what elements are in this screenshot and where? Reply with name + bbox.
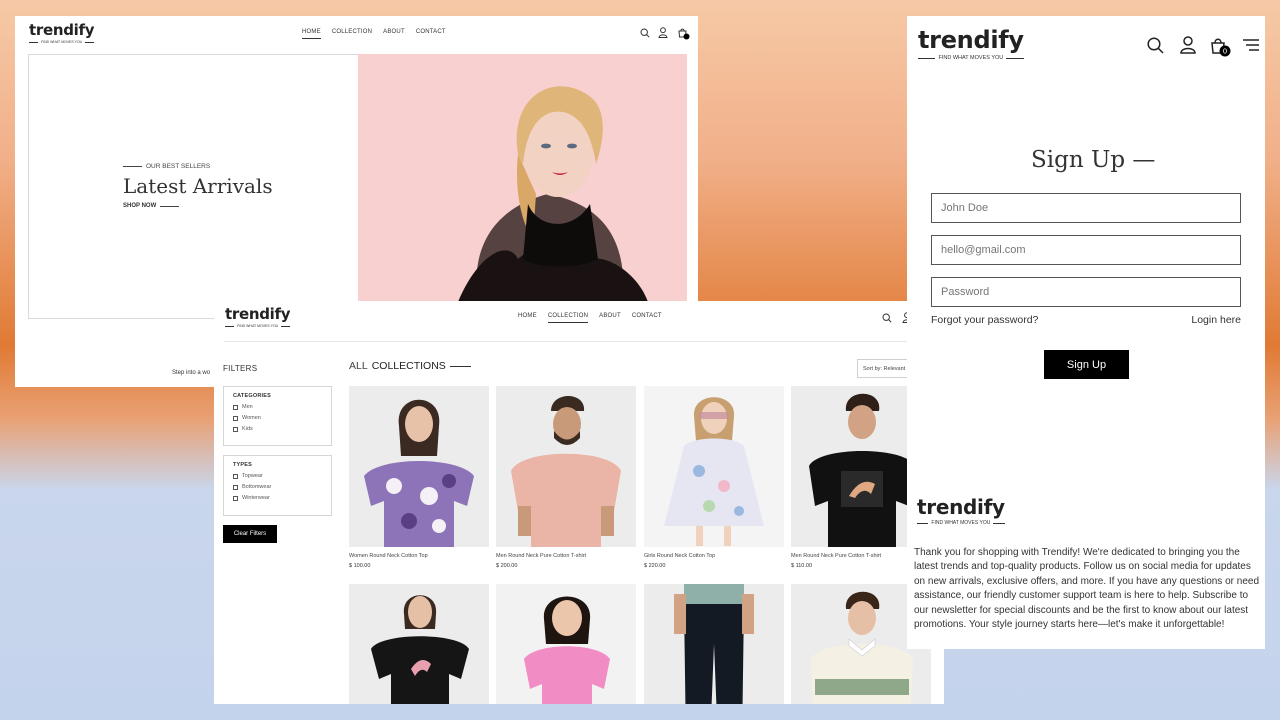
brand-logo[interactable]: trendify FIND WHAT MOVES YOU bbox=[29, 21, 95, 45]
types-heading: TYPES bbox=[233, 462, 253, 468]
collection-page-panel: trendify FIND WHAT MOVES YOU HOME COLLEC… bbox=[214, 301, 944, 704]
option-label: Bottomwear bbox=[242, 484, 272, 490]
checkbox[interactable] bbox=[233, 415, 238, 421]
product-card[interactable]: Women Round Neck Cotton Top $ 100.00 bbox=[349, 386, 489, 569]
footer-brand-logo[interactable]: trendify FIND WHAT MOVES YOU bbox=[917, 497, 1005, 526]
product-card[interactable]: Girls Round Neck Cotton Top $ 220.00 bbox=[644, 386, 784, 569]
brand-wordmark: trendify bbox=[225, 305, 291, 323]
email-input[interactable] bbox=[941, 244, 1231, 256]
main-nav: HOME COLLECTION ABOUT CONTACT bbox=[518, 313, 662, 323]
cart-count: 0 bbox=[1223, 48, 1227, 56]
user-icon[interactable] bbox=[658, 27, 668, 38]
checkbox[interactable] bbox=[233, 473, 238, 479]
product-card[interactable]: Men Round Neck Pure Cotton T-shirt $ 200… bbox=[496, 386, 636, 569]
heading-prefix: ALL bbox=[349, 360, 368, 372]
brand-logo[interactable]: trendify FIND WHAT MOVES YOU bbox=[225, 305, 291, 329]
brand-tagline: FIND WHAT MOVES YOU bbox=[938, 55, 1004, 61]
name-field[interactable] bbox=[931, 193, 1241, 223]
product-card[interactable] bbox=[644, 584, 784, 704]
clear-filters-button[interactable]: Clear Filters bbox=[223, 525, 277, 543]
product-image[interactable] bbox=[496, 584, 636, 704]
product-price: $ 220.00 bbox=[644, 563, 666, 569]
search-icon[interactable] bbox=[882, 313, 892, 323]
product-card[interactable] bbox=[349, 584, 489, 704]
brand-tagline: FIND WHAT MOVES YOU bbox=[931, 520, 991, 526]
product-name[interactable]: Women Round Neck Cotton Top bbox=[349, 553, 489, 559]
forgot-password-link[interactable]: Forgot your password? bbox=[931, 314, 1038, 326]
email-field[interactable] bbox=[931, 235, 1241, 265]
option-label: Men bbox=[242, 404, 253, 410]
nav-home[interactable]: HOME bbox=[518, 313, 537, 323]
login-link[interactable]: Login here bbox=[1191, 314, 1241, 326]
checkbox[interactable] bbox=[233, 484, 238, 490]
brand-wordmark: trendify bbox=[29, 21, 95, 39]
brand-wordmark: trendify bbox=[917, 495, 1005, 519]
cart-icon[interactable] bbox=[677, 27, 690, 40]
product-image[interactable] bbox=[644, 386, 784, 547]
user-icon[interactable] bbox=[1180, 36, 1196, 54]
sign-up-button[interactable]: Sign Up bbox=[1044, 350, 1129, 379]
nav-contact[interactable]: CONTACT bbox=[416, 29, 446, 39]
checkbox[interactable] bbox=[233, 404, 238, 410]
product-price: $ 200.00 bbox=[496, 563, 518, 569]
name-input[interactable] bbox=[941, 202, 1231, 214]
shop-now-link[interactable]: SHOP NOW bbox=[123, 203, 179, 209]
brand-wordmark: trendify bbox=[918, 26, 1024, 54]
product-card[interactable] bbox=[496, 584, 636, 704]
hero-eyebrow: OUR BEST SELLERS bbox=[123, 163, 210, 170]
filter-option-bottomwear[interactable]: Bottomwear bbox=[233, 484, 322, 490]
product-image[interactable] bbox=[349, 584, 489, 704]
nav-home[interactable]: HOME bbox=[302, 29, 321, 39]
search-icon[interactable] bbox=[1147, 37, 1164, 54]
filter-option-kids[interactable]: Kids bbox=[233, 426, 322, 432]
types-filter: TYPES Topwear Bottomwear Winterwear bbox=[223, 455, 332, 516]
option-label: Women bbox=[242, 415, 261, 421]
footer-about-text: Thank you for shopping with Trendify! We… bbox=[914, 547, 1260, 631]
collection-heading: ALL COLLECTIONS bbox=[349, 360, 471, 372]
password-input[interactable] bbox=[941, 286, 1231, 298]
brand-logo[interactable]: trendify FIND WHAT MOVES YOU bbox=[918, 28, 1024, 61]
hero-title: Latest Arrivals bbox=[123, 174, 273, 198]
brand-tagline: FIND WHAT MOVES YOU bbox=[40, 40, 83, 44]
heading-main: COLLECTIONS bbox=[371, 360, 446, 372]
header-divider bbox=[224, 341, 944, 342]
filter-option-topwear[interactable]: Topwear bbox=[233, 473, 322, 479]
product-price: $ 100.00 bbox=[349, 563, 371, 569]
product-name[interactable]: Men Round Neck Pure Cotton T-shirt bbox=[496, 553, 636, 559]
product-image[interactable] bbox=[496, 386, 636, 547]
option-label: Winterwear bbox=[242, 495, 270, 501]
signup-title: Sign Up — bbox=[1031, 147, 1156, 173]
password-field[interactable] bbox=[931, 277, 1241, 307]
signup-page-panel: trendify FIND WHAT MOVES YOU 0 Sign Up —… bbox=[907, 16, 1265, 649]
checkbox[interactable] bbox=[233, 426, 238, 432]
product-name[interactable]: Girls Round Neck Cotton Top bbox=[644, 553, 784, 559]
option-label: Kids bbox=[242, 426, 253, 432]
categories-filter: CATEGORIES Men Women Kids bbox=[223, 386, 332, 446]
nav-about[interactable]: ABOUT bbox=[599, 313, 621, 323]
cart-icon[interactable]: 0 bbox=[1210, 36, 1232, 58]
search-icon[interactable] bbox=[640, 28, 650, 38]
product-image[interactable] bbox=[644, 584, 784, 704]
main-nav: HOME COLLECTION ABOUT CONTACT bbox=[302, 29, 446, 39]
nav-contact[interactable]: CONTACT bbox=[632, 313, 662, 323]
checkbox[interactable] bbox=[233, 495, 238, 501]
filters-title: FILTERS bbox=[223, 364, 258, 373]
nav-collection[interactable]: COLLECTION bbox=[332, 29, 372, 39]
option-label: Topwear bbox=[242, 473, 263, 479]
filter-option-winterwear[interactable]: Winterwear bbox=[233, 495, 322, 501]
categories-heading: CATEGORIES bbox=[233, 393, 271, 399]
product-image[interactable] bbox=[349, 386, 489, 547]
filter-option-men[interactable]: Men bbox=[233, 404, 322, 410]
filter-option-women[interactable]: Women bbox=[233, 415, 322, 421]
nav-collection[interactable]: COLLECTION bbox=[547, 313, 589, 323]
nav-about[interactable]: ABOUT bbox=[383, 29, 405, 39]
brand-tagline: FIND WHAT MOVES YOU bbox=[236, 324, 279, 328]
hero-footer-text: Step into a wo bbox=[172, 370, 211, 376]
menu-icon[interactable] bbox=[1243, 39, 1259, 51]
hero-image bbox=[358, 54, 687, 302]
